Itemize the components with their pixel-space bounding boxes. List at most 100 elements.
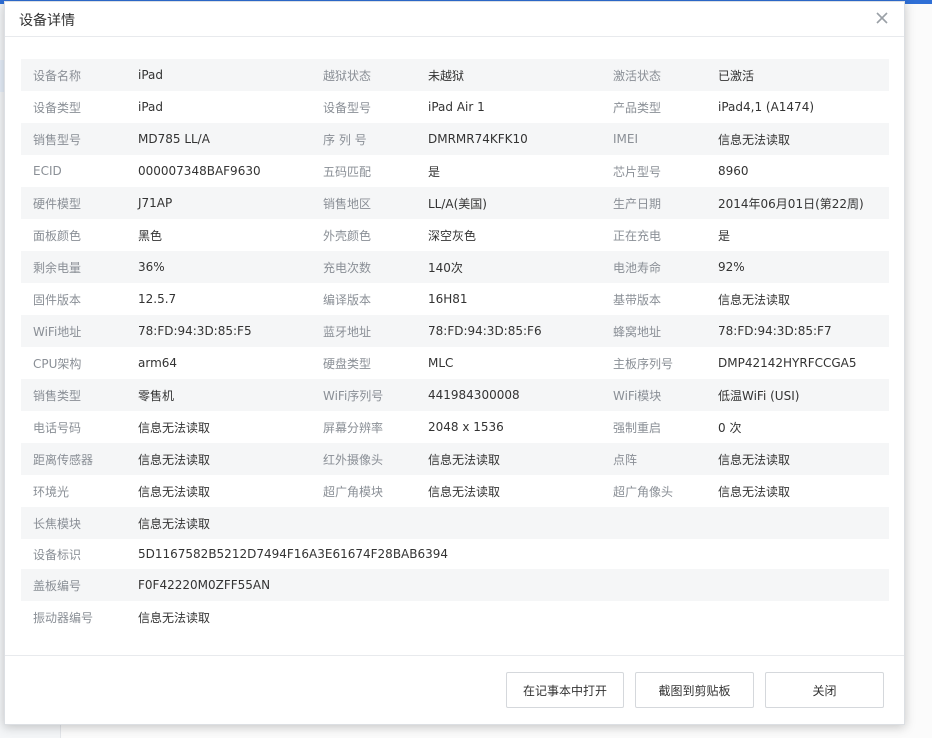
field-label: 主板序列号 <box>613 356 674 371</box>
field-label: 剩余电量 <box>33 260 82 275</box>
field-label: 基带版本 <box>613 292 662 307</box>
table-row: 固件版本 12.5.7 编译版本 16H81 基带版本 信息无法读取 <box>21 283 889 315</box>
field-label: 面板颜色 <box>33 228 82 243</box>
field-label: 距离传感器 <box>33 452 94 467</box>
table-row: 销售型号 MD785 LL/A 序 列 号 DMRMR74KFK10 IMEI … <box>21 123 889 155</box>
device-details-dialog: 设备详情 设备名称 iPad 越狱状态 未越狱 激活状态 已激活 设备类型 iP… <box>4 1 905 725</box>
field-value: 78:FD:94:3D:85:F7 <box>718 324 832 338</box>
footer-divider <box>5 655 904 656</box>
table-row: 电话号码 信息无法读取 屏幕分辨率 2048 x 1536 强制重启 0 次 <box>21 411 889 443</box>
field-value: 信息无法读取 <box>718 452 791 467</box>
table-row: 设备名称 iPad 越狱状态 未越狱 激活状态 已激活 <box>21 59 889 91</box>
field-label: 蓝牙地址 <box>323 324 372 339</box>
field-value: MD785 LL/A <box>138 132 210 146</box>
field-label: 蜂窝地址 <box>613 324 662 339</box>
field-value: 2014年06月01日(第22周) <box>718 196 864 211</box>
field-value: 441984300008 <box>428 388 520 402</box>
field-label: 外壳颜色 <box>323 228 372 243</box>
field-label: WiFi序列号 <box>323 388 384 403</box>
field-label: 五码匹配 <box>323 164 372 179</box>
field-label: 长焦模块 <box>33 516 82 531</box>
field-label: 设备标识 <box>33 547 82 562</box>
field-label: 编译版本 <box>323 292 372 307</box>
field-value: J71AP <box>138 196 173 210</box>
field-label: 销售地区 <box>323 196 372 211</box>
field-value: 信息无法读取 <box>138 610 211 625</box>
table-row: 剩余电量 36% 充电次数 140次 电池寿命 92% <box>21 251 889 283</box>
field-label: 电话号码 <box>33 420 82 435</box>
field-value: 是 <box>428 164 441 179</box>
table-row: 设备标识 5D1167582B5212D7494F16A3E61674F28BA… <box>21 539 889 569</box>
dialog-title: 设备详情 <box>19 13 75 29</box>
table-row: 盖板编号 F0F42220M0ZFF55AN <box>21 569 889 601</box>
field-value: 78:FD:94:3D:85:F6 <box>428 324 542 338</box>
field-value: iPad Air 1 <box>428 100 485 114</box>
field-value: 0 次 <box>718 420 742 435</box>
field-label: WiFi地址 <box>33 324 82 339</box>
table-row: ECID 000007348BAF9630 五码匹配 是 芯片型号 8960 <box>21 155 889 187</box>
field-label: IMEI <box>613 132 639 146</box>
field-value: 深空灰色 <box>428 228 477 243</box>
field-value: 2048 x 1536 <box>428 420 504 434</box>
field-value: 16H81 <box>428 292 468 306</box>
field-label: 屏幕分辨率 <box>323 420 384 435</box>
field-value: 000007348BAF9630 <box>138 164 261 178</box>
field-value: 信息无法读取 <box>138 484 211 499</box>
field-value: 信息无法读取 <box>718 292 791 307</box>
field-value: LL/A(美国) <box>428 196 487 211</box>
field-label: WiFi模块 <box>613 388 662 403</box>
field-label: 盖板编号 <box>33 578 82 593</box>
field-label: 固件版本 <box>33 292 82 307</box>
table-row: 振动器编号 信息无法读取 <box>21 601 889 633</box>
field-value: 信息无法读取 <box>428 484 501 499</box>
dialog-header: 设备详情 <box>5 2 904 37</box>
field-value: 78:FD:94:3D:85:F5 <box>138 324 252 338</box>
field-value: 信息无法读取 <box>428 452 501 467</box>
field-label: CPU架构 <box>33 356 82 371</box>
field-label: 越狱状态 <box>323 68 372 83</box>
field-value: 信息无法读取 <box>718 484 791 499</box>
field-value: 36% <box>138 260 165 274</box>
field-label: 激活状态 <box>613 68 662 83</box>
field-value: DMRMR74KFK10 <box>428 132 528 146</box>
field-label: ECID <box>33 164 62 178</box>
field-label: 点阵 <box>613 452 638 467</box>
field-label: 设备类型 <box>33 100 82 115</box>
device-info-table: 设备名称 iPad 越狱状态 未越狱 激活状态 已激活 设备类型 iPad 设备… <box>21 59 889 633</box>
field-label: 生产日期 <box>613 196 662 211</box>
table-row: 环境光 信息无法读取 超广角模块 信息无法读取 超广角像头 信息无法读取 <box>21 475 889 507</box>
open-in-notepad-button[interactable]: 在记事本中打开 <box>506 672 624 708</box>
field-label: 超广角像头 <box>613 484 674 499</box>
field-label: 序 列 号 <box>323 132 367 147</box>
field-value: 低温WiFi (USI) <box>718 388 800 403</box>
close-icon[interactable] <box>872 8 892 28</box>
field-value: 信息无法读取 <box>138 452 211 467</box>
field-value: 5D1167582B5212D7494F16A3E61674F28BAB6394 <box>138 547 449 561</box>
field-value: DMP42142HYRFCCGA5 <box>718 356 857 370</box>
field-value: 140次 <box>428 260 463 275</box>
field-label: 硬盘类型 <box>323 356 372 371</box>
table-row: 距离传感器 信息无法读取 红外摄像头 信息无法读取 点阵 信息无法读取 <box>21 443 889 475</box>
field-label: 正在充电 <box>613 228 662 243</box>
field-value: 信息无法读取 <box>718 132 791 147</box>
field-label: 设备名称 <box>33 68 82 83</box>
field-value: 未越狱 <box>428 68 465 83</box>
field-label: 销售类型 <box>33 388 82 403</box>
close-button[interactable]: 关闭 <box>765 672 884 708</box>
field-label: 强制重启 <box>613 420 662 435</box>
screenshot-to-clipboard-button[interactable]: 截图到剪贴板 <box>635 672 754 708</box>
field-label: 超广角模块 <box>323 484 384 499</box>
field-value: iPad <box>138 68 164 82</box>
field-value: 零售机 <box>138 388 175 403</box>
field-label: 电池寿命 <box>613 260 662 275</box>
field-label: 设备型号 <box>323 100 372 115</box>
table-row: 销售类型 零售机 WiFi序列号 441984300008 WiFi模块 低温W… <box>21 379 889 411</box>
field-label: 产品类型 <box>613 100 662 115</box>
field-value: arm64 <box>138 356 178 370</box>
field-value: F0F42220M0ZFF55AN <box>138 578 271 592</box>
field-value: 92% <box>718 260 745 274</box>
field-label: 环境光 <box>33 484 70 499</box>
field-value: 信息无法读取 <box>138 420 211 435</box>
field-label: 销售型号 <box>33 132 82 147</box>
field-value: MLC <box>428 356 454 370</box>
